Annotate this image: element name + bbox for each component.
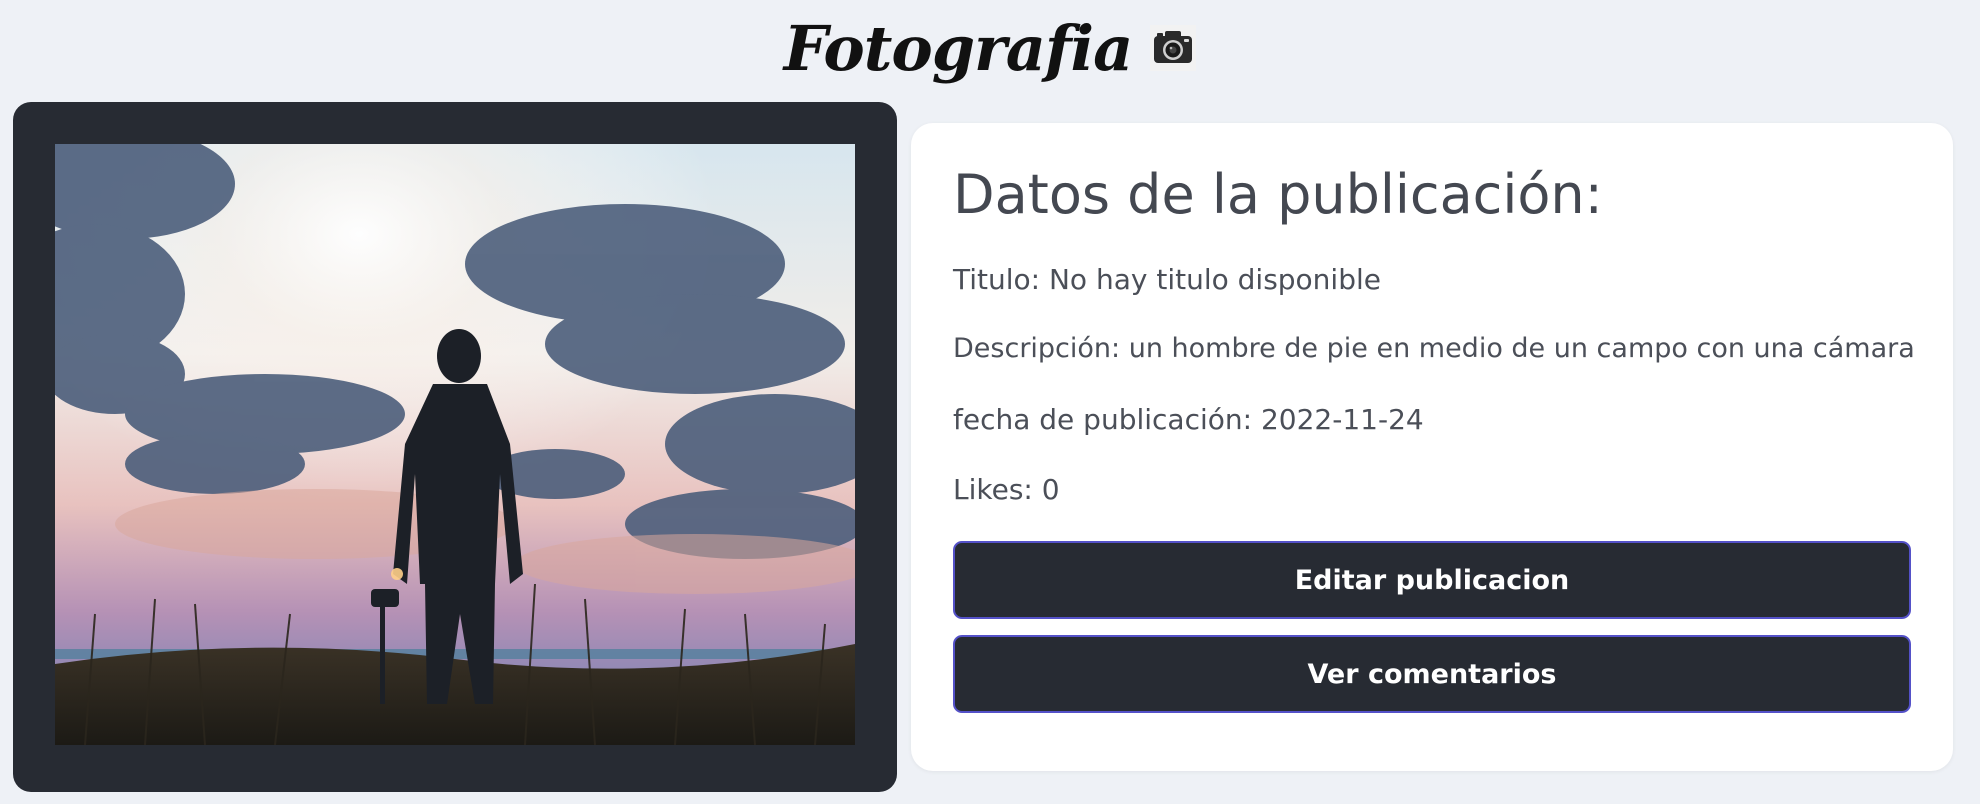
- site-header: Fotografia: [0, 0, 1980, 96]
- post-photo[interactable]: [55, 144, 855, 745]
- site-title: Fotografia: [783, 11, 1134, 85]
- photo-panel: [13, 102, 897, 792]
- post-details-card: Datos de la publicación: Titulo: No hay …: [911, 123, 1953, 771]
- post-date: fecha de publicación: 2022-11-24: [953, 403, 1424, 436]
- edit-post-button[interactable]: Editar publicacion: [953, 541, 1911, 619]
- post-likes: Likes: 0: [953, 473, 1060, 506]
- post-description: Descripción: un hombre de pie en medio d…: [953, 333, 1915, 364]
- card-heading: Datos de la publicación:: [953, 163, 1603, 226]
- camera-icon: [1150, 25, 1197, 71]
- view-comments-button[interactable]: Ver comentarios: [953, 635, 1911, 713]
- post-title: Titulo: No hay titulo disponible: [953, 263, 1381, 296]
